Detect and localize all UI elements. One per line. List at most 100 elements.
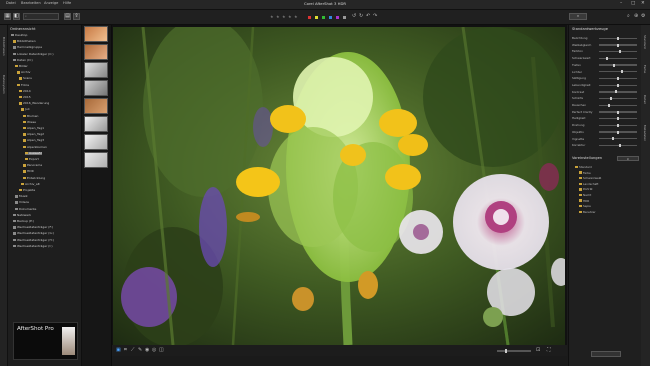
folder-tree-item[interactable]: Dokumente (15, 207, 36, 212)
folder-tree-item[interactable]: Auswahl (25, 151, 42, 156)
folder-tree-item[interactable]: Archiv_alt (21, 182, 40, 187)
folder-tree-item[interactable]: Wiese (23, 120, 36, 125)
adjust-slider[interactable] (599, 56, 637, 60)
folder-tree-item[interactable]: 2016_Wanderung (19, 102, 49, 106)
adjust-slider[interactable] (599, 130, 637, 134)
folder-tree-item[interactable]: Daten (D:) (13, 58, 33, 63)
filter-button[interactable]: ▤ (64, 13, 71, 20)
color-label-red[interactable] (308, 16, 311, 19)
slider-knob[interactable] (617, 117, 619, 121)
slider-knob[interactable] (617, 83, 619, 87)
crop-tool-icon[interactable]: ⌗ (124, 347, 127, 353)
zoom-slider-knob[interactable] (505, 349, 507, 353)
slider-knob[interactable] (617, 77, 619, 80)
slider-knob[interactable] (618, 144, 621, 147)
color-label-blue[interactable] (329, 16, 332, 19)
compare-tool-icon[interactable]: ◫ (159, 347, 164, 353)
folder-tree-item[interactable]: Musik (15, 195, 28, 199)
slider-knob[interactable] (608, 103, 610, 107)
fit-view-icon[interactable]: ⊡ (536, 347, 540, 353)
minimize-button[interactable]: – (620, 1, 622, 6)
fullscreen-icon[interactable]: ⛶ (547, 347, 551, 353)
thumbnail[interactable] (84, 62, 108, 78)
folder-tree-item[interactable]: Bibliotheken (13, 40, 36, 44)
slider-knob[interactable] (617, 43, 619, 47)
straighten-tool-icon[interactable]: ⟋ (131, 347, 135, 353)
tab-bibliotheken[interactable]: Bibliotheken (1, 37, 6, 56)
tab-dateisystem[interactable]: Dateisystem (1, 75, 6, 94)
folder-tree-item[interactable]: Scans (19, 77, 32, 81)
export-button[interactable]: ⇪ (73, 13, 80, 20)
color-label-none[interactable] (343, 16, 346, 19)
folder-tree-item[interactable]: Panorama (23, 164, 42, 168)
apply-button[interactable] (591, 351, 621, 357)
adjust-slider[interactable] (599, 97, 637, 101)
folder-tree-item[interactable]: Projekte (19, 189, 35, 193)
adjust-slider[interactable] (599, 83, 637, 87)
adjust-slider[interactable] (599, 123, 637, 127)
color-label-green[interactable] (322, 16, 325, 19)
folder-tree-item[interactable]: Alpen_Tag3 (23, 139, 44, 143)
slider-knob[interactable] (609, 97, 612, 101)
preset-item[interactable]: Porträt (579, 187, 593, 191)
adjust-slider[interactable] (599, 70, 637, 74)
folder-tree-item[interactable]: Archiv (17, 71, 30, 75)
tab-farbe[interactable]: Farbe (643, 65, 647, 73)
tab-detail[interactable]: Detail (643, 95, 647, 104)
select-tool-icon[interactable]: ▣ (116, 347, 121, 353)
folder-tree-item[interactable]: 2014 (19, 89, 31, 94)
adjust-slider[interactable] (599, 110, 637, 114)
gear-icon[interactable]: ⚙ (641, 13, 645, 19)
tab-standard[interactable]: Standard (643, 35, 647, 49)
folder-tree-item[interactable]: Alpen_Tag1 (23, 127, 44, 131)
slider-knob[interactable] (617, 110, 619, 114)
folder-tree-item[interactable]: Lokaler Datenträger (C:) (13, 52, 54, 57)
folder-tree-item[interactable]: Wechseldatenträger (H:) (13, 238, 54, 243)
image-viewer[interactable] (112, 25, 567, 356)
search-icon[interactable]: ⌕ (627, 13, 630, 19)
slider-knob[interactable] (617, 36, 619, 40)
preset-item[interactable]: Nacht (579, 193, 591, 197)
grid-view-button[interactable]: ▦ (4, 13, 11, 20)
adjust-slider[interactable] (599, 50, 637, 54)
browse-button[interactable]: ◧ (13, 13, 20, 20)
adjust-slider[interactable] (599, 43, 637, 47)
rating-star-1[interactable]: ★ (270, 14, 274, 19)
preset-item[interactable]: Standard (575, 165, 592, 169)
preset-dropdown[interactable]: ▾ (569, 13, 587, 20)
folder-tree-item[interactable]: Backup (E:) (13, 220, 34, 224)
adjust-slider[interactable] (599, 144, 637, 147)
preset-item[interactable]: Farbe (579, 171, 591, 175)
thumbnail[interactable] (84, 116, 108, 132)
undo-icon[interactable]: ↶ (366, 13, 370, 19)
adjust-slider[interactable] (599, 77, 637, 80)
slider-knob[interactable] (606, 56, 609, 60)
close-button[interactable]: ✕ (641, 1, 645, 6)
folder-tree-item[interactable]: Export (25, 158, 39, 162)
preset-item[interactable]: Schwarzweiß (579, 176, 601, 180)
folder-tree-item[interactable]: Heimnetzgruppe (13, 46, 42, 50)
thumbnail[interactable] (84, 44, 108, 60)
folder-tree-item[interactable]: Wechseldatenträger (G:) (13, 232, 54, 236)
folder-tree-item[interactable]: 2015 (19, 96, 31, 100)
folder-tree-item[interactable]: Netzwerk (13, 213, 31, 218)
slider-knob[interactable] (613, 63, 616, 67)
preset-item[interactable]: HDR (579, 199, 589, 203)
folder-tree-item[interactable]: Alpenblumen (23, 145, 47, 150)
folder-tree-item[interactable]: Bilder (15, 65, 28, 69)
zoom-icon[interactable]: ⊕ (634, 13, 638, 19)
presets-dropdown[interactable]: ▾ (617, 156, 639, 161)
adjust-slider[interactable] (599, 90, 637, 94)
folder-tree-item[interactable]: Wechseldatenträger (I:) (13, 244, 53, 249)
color-label-purple[interactable] (336, 16, 339, 19)
folder-tree-item[interactable]: Blumen (23, 114, 38, 119)
rating-star-3[interactable]: ★ (282, 14, 286, 19)
search-input[interactable]: ⌕ (23, 13, 59, 20)
rating-star-2[interactable]: ★ (276, 14, 280, 19)
slider-knob[interactable] (617, 130, 619, 134)
thumbnail[interactable] (84, 152, 108, 168)
thumbnail[interactable] (84, 134, 108, 150)
slider-knob[interactable] (615, 90, 618, 94)
promo-banner[interactable]: AfterShot Pro (13, 322, 78, 360)
folder-tree-item[interactable]: Juli (21, 108, 29, 112)
